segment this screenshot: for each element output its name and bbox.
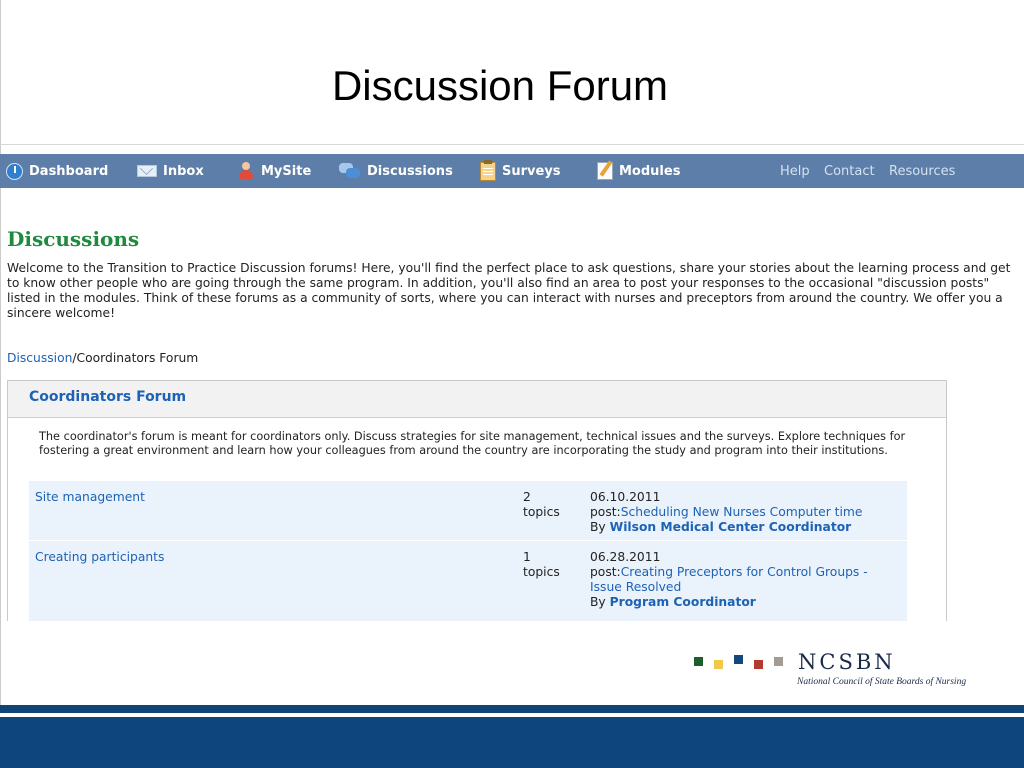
chat-bubbles-icon bbox=[339, 162, 361, 180]
logo-square bbox=[694, 657, 703, 666]
topic-count-label: topics bbox=[523, 505, 560, 519]
screenshot-top-border bbox=[0, 144, 1024, 145]
topic-count: 1 topics bbox=[523, 550, 560, 580]
last-post: 06.28.2011 post:Creating Preceptors for … bbox=[590, 550, 900, 610]
last-post-author[interactable]: Wilson Medical Center Coordinator bbox=[610, 520, 852, 534]
ncsbn-logo-squares bbox=[694, 655, 786, 669]
last-post: 06.10.2011 post:Scheduling New Nurses Co… bbox=[590, 490, 900, 535]
nav-modules[interactable]: Modules bbox=[597, 154, 680, 188]
top-nav-bar: Dashboard Inbox MySite Discussions Surve… bbox=[0, 154, 1024, 188]
nav-inbox-label: Inbox bbox=[163, 163, 204, 179]
topic-row: Creating participants 1 topics 06.28.201… bbox=[29, 541, 907, 621]
topic-link[interactable]: Creating participants bbox=[35, 550, 164, 564]
topic-link[interactable]: Site management bbox=[35, 490, 145, 504]
topic-count: 2 topics bbox=[523, 490, 560, 520]
last-post-link[interactable]: Creating Preceptors for Control Groups -… bbox=[590, 565, 868, 594]
by-prefix: By bbox=[590, 595, 610, 609]
post-prefix: post: bbox=[590, 565, 621, 579]
breadcrumb: Discussion/Coordinators Forum bbox=[7, 351, 198, 365]
logo-square bbox=[734, 655, 743, 664]
nav-inbox[interactable]: Inbox bbox=[137, 154, 204, 188]
page-heading: Discussions bbox=[7, 227, 140, 251]
person-icon bbox=[237, 162, 255, 180]
post-prefix: post: bbox=[590, 505, 621, 519]
nav-dashboard-label: Dashboard bbox=[29, 163, 109, 179]
nav-discussions[interactable]: Discussions bbox=[339, 154, 453, 188]
ncsbn-tagline: National Council of State Boards of Nurs… bbox=[797, 677, 967, 687]
nav-modules-label: Modules bbox=[619, 163, 681, 179]
topic-count-number: 2 bbox=[523, 490, 531, 504]
breadcrumb-discussion-link[interactable]: Discussion bbox=[7, 351, 72, 365]
topic-count-label: topics bbox=[523, 565, 560, 579]
topic-row: Site management 2 topics 06.10.2011 post… bbox=[29, 481, 907, 540]
intro-text: Welcome to the Transition to Practice Di… bbox=[7, 261, 1011, 320]
last-post-link[interactable]: Scheduling New Nurses Computer time bbox=[621, 505, 863, 519]
nav-resources-link[interactable]: Resources bbox=[889, 154, 955, 188]
forum-description: The coordinator's forum is meant for coo… bbox=[39, 430, 906, 457]
last-post-author[interactable]: Program Coordinator bbox=[610, 595, 756, 609]
clipboard-icon bbox=[480, 159, 496, 181]
nav-contact-link[interactable]: Contact bbox=[824, 154, 875, 188]
nav-mysite-label: MySite bbox=[261, 163, 312, 179]
last-post-date: 06.10.2011 bbox=[590, 490, 661, 504]
topic-count-number: 1 bbox=[523, 550, 531, 564]
by-prefix: By bbox=[590, 520, 610, 534]
forum-panel: Coordinators Forum The coordinator's for… bbox=[7, 380, 947, 621]
last-post-date: 06.28.2011 bbox=[590, 550, 661, 564]
footer-stripe bbox=[0, 705, 1024, 713]
nav-help-link[interactable]: Help bbox=[780, 154, 810, 188]
nav-surveys-label: Surveys bbox=[502, 163, 561, 179]
forum-title: Coordinators Forum bbox=[29, 389, 187, 405]
mail-icon bbox=[137, 165, 157, 177]
nav-mysite[interactable]: MySite bbox=[237, 154, 311, 188]
breadcrumb-current: /Coordinators Forum bbox=[72, 351, 199, 365]
ncsbn-logo-text: NCSBN bbox=[798, 650, 896, 674]
nav-surveys[interactable]: Surveys bbox=[480, 154, 561, 188]
notepad-icon bbox=[597, 162, 613, 180]
logo-square bbox=[774, 657, 783, 666]
slide-title: Discussion Forum bbox=[331, 62, 669, 109]
logo-square bbox=[714, 660, 723, 669]
logo-square bbox=[754, 660, 763, 669]
footer-band bbox=[0, 717, 1024, 768]
power-icon bbox=[6, 162, 23, 180]
nav-discussions-label: Discussions bbox=[367, 163, 453, 179]
nav-dashboard[interactable]: Dashboard bbox=[6, 154, 108, 188]
